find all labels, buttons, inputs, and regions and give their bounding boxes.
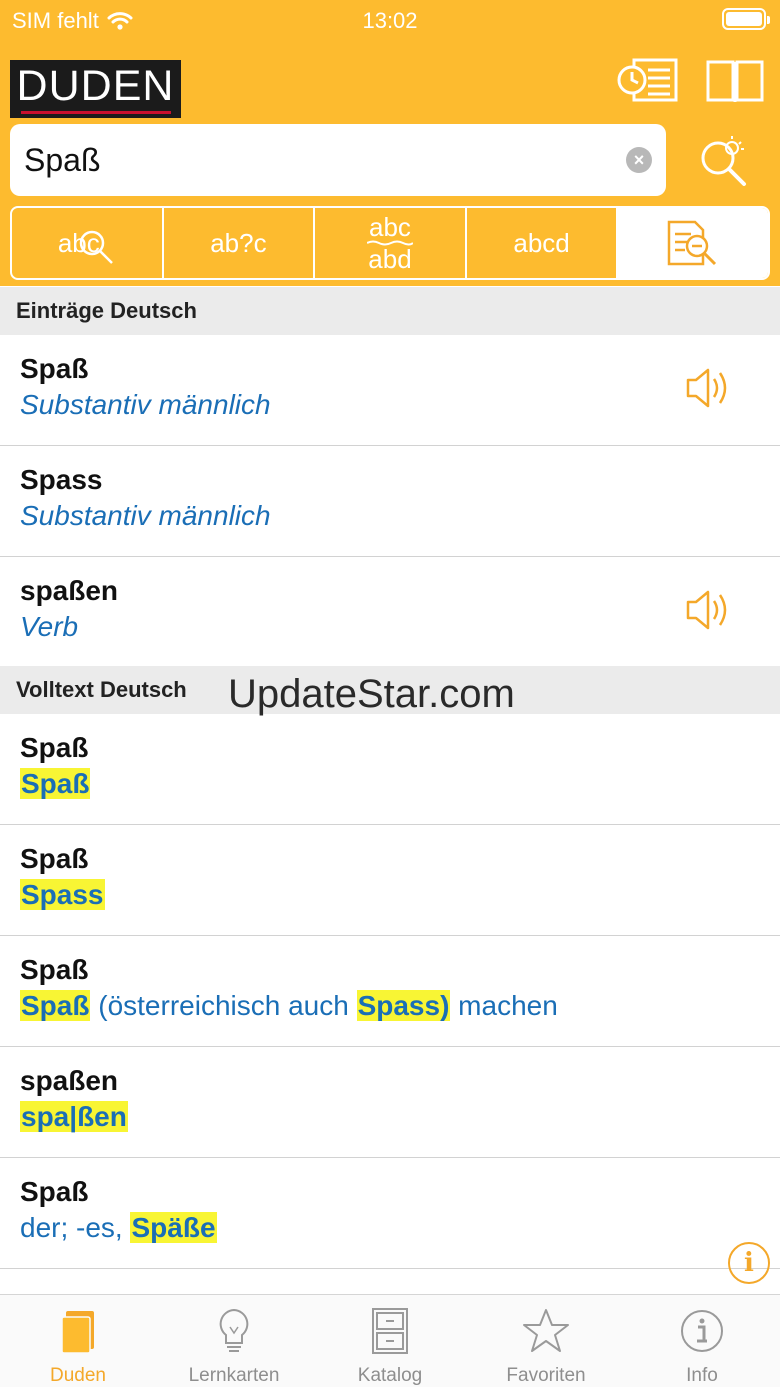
tab-favoriten[interactable]: Favoriten (468, 1295, 624, 1387)
section-header-entries: Einträge Deutsch (0, 287, 780, 335)
entry-title: Spaß (20, 843, 89, 874)
clock: 13:02 (362, 8, 418, 33)
entry-title: Spaß (20, 732, 89, 763)
entry-subtitle: Substantiv männlich (20, 500, 271, 531)
entry-title: Spaß (20, 353, 89, 384)
search-highlight: Spaß (20, 990, 91, 1021)
logo-underline (20, 110, 171, 114)
mode-label: abc (57, 227, 100, 258)
search-input[interactable] (24, 124, 614, 196)
list-item[interactable]: Spass Substantiv männlich (0, 446, 780, 557)
search-field[interactable]: × (10, 124, 666, 196)
entry-title: Spaß (20, 954, 89, 985)
info-button[interactable]: i (728, 1242, 770, 1284)
search-highlight: Spaß (20, 768, 91, 799)
tab-label: Info (686, 1365, 718, 1386)
search-highlight: Späße (130, 1212, 217, 1243)
fuzzy-search-icon[interactable]: abc abd (315, 208, 467, 278)
open-book-icon[interactable] (700, 56, 770, 106)
fulltext-search-icon[interactable] (618, 208, 768, 278)
duden-book-icon (61, 1311, 94, 1354)
logo-text: DUDEN (16, 61, 175, 110)
mode-label: ab?c (210, 227, 267, 258)
lightbulb-icon (219, 1308, 249, 1352)
tab-katalog[interactable]: Katalog (312, 1295, 468, 1387)
entry-title: spaßen (20, 575, 119, 606)
list-item[interactable]: Spaß Spaß (0, 714, 780, 825)
search-highlight: Spass (20, 879, 105, 910)
search-highlight: Spass) (356, 990, 451, 1021)
app-header: SIM fehlt 13:02 DUDEN × (0, 0, 780, 286)
duden-logo: DUDEN (10, 60, 181, 118)
entry-snippet: Spaß (österreichisch auch Spass) machen (20, 990, 558, 1022)
mode-label-bottom: abd (368, 244, 412, 274)
entry-subtitle: Verb (20, 611, 79, 642)
entry-snippet: Spass (20, 879, 105, 911)
cabinet-icon (372, 1308, 408, 1354)
tab-label: Duden (50, 1365, 106, 1386)
list-item[interactable]: spaßen spa|ßen (0, 1047, 780, 1158)
snippet-text: der; -es, (20, 1212, 131, 1243)
entry-title: spaßen (20, 1065, 119, 1096)
entry-snippet: Spaß (20, 768, 91, 800)
history-list-icon[interactable] (612, 56, 682, 106)
info-icon (681, 1310, 723, 1352)
tab-info[interactable]: Info (624, 1295, 780, 1387)
battery-icon (722, 8, 770, 30)
document-magnifier-icon (667, 220, 717, 266)
tab-label: Favoriten (506, 1365, 586, 1386)
clear-icon[interactable]: × (626, 147, 652, 173)
list-item[interactable]: spaßen Verb (0, 557, 780, 665)
tab-lernkarten[interactable]: Lernkarten (156, 1295, 312, 1387)
list-item[interactable]: Spaß der; -es, Späße (0, 1158, 780, 1269)
list-item[interactable]: Spaß Substantiv männlich (0, 335, 780, 446)
list-item[interactable]: Spaß Spaß (österreichisch auch Spass) ma… (0, 936, 780, 1047)
entry-subtitle: Substantiv männlich (20, 389, 271, 420)
entry-title: Spaß (20, 1176, 89, 1207)
status-bar: SIM fehlt 13:02 (0, 0, 780, 40)
tab-bar: Duden Lernkarten Katalog Favoriten Info (0, 1294, 780, 1387)
speaker-icon[interactable] (684, 363, 734, 413)
snippet-text: (österreichisch auch (90, 990, 357, 1021)
entry-snippet: spa|ßen (20, 1101, 128, 1133)
tab-label: Lernkarten (188, 1365, 280, 1386)
star-icon (523, 1309, 569, 1352)
entry-title: Spass (20, 464, 103, 495)
mode-label-top: abc (369, 212, 411, 242)
wildcard-search-icon[interactable]: ab?c (164, 208, 316, 278)
magnifier-light-icon[interactable] (694, 134, 750, 190)
search-mode-selector: abc ab?c abc abd abcd (10, 206, 770, 280)
tab-label: Katalog (357, 1365, 423, 1386)
mode-label: abcd (513, 227, 570, 258)
entry-snippet: der; -es, Späße (20, 1212, 217, 1244)
list-item[interactable]: Spaß Spass (0, 825, 780, 936)
tab-duden[interactable]: Duden (0, 1295, 156, 1387)
snippet-text: machen (450, 990, 558, 1021)
search-highlight: spa|ßen (20, 1101, 128, 1132)
spell-search-icon[interactable]: abc (12, 208, 164, 278)
speaker-icon[interactable] (684, 585, 734, 635)
watermark: UpdateStar.com (228, 672, 515, 716)
anagram-search-icon[interactable]: abcd (467, 208, 619, 278)
